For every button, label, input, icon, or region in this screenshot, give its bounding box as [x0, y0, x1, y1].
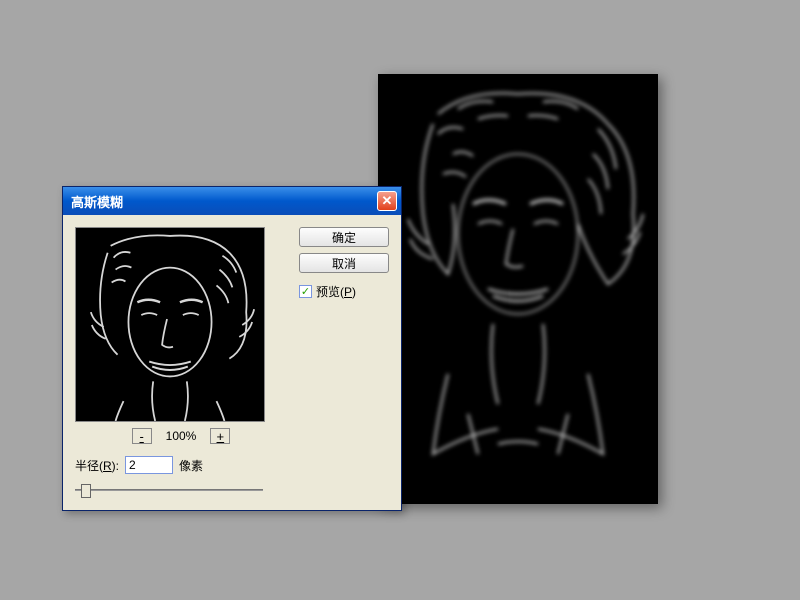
radius-label: 半径(R):: [75, 457, 119, 474]
preview-label: 预览(P): [316, 283, 356, 300]
zoom-controls: - 100% +: [75, 428, 287, 444]
button-column: 确定 取消 ✓ 预览(P): [299, 227, 389, 498]
zoom-value: 100%: [166, 429, 197, 443]
radius-row: 半径(R): 像素: [75, 456, 287, 474]
slider-track: [75, 489, 263, 491]
radius-input[interactable]: [125, 456, 173, 474]
slider-thumb[interactable]: [81, 484, 91, 498]
preview-image-box[interactable]: [75, 227, 265, 422]
ok-button[interactable]: 确定: [299, 227, 389, 247]
cancel-label: 取消: [332, 255, 356, 272]
preview-portrait: [76, 228, 264, 421]
close-icon: ✕: [382, 193, 393, 209]
radius-unit: 像素: [179, 457, 203, 474]
preview-checkbox-row: ✓ 预览(P): [299, 283, 389, 300]
canvas-preview: [378, 74, 658, 504]
zoom-in-button[interactable]: +: [210, 428, 230, 444]
portrait-edge-image: [378, 74, 658, 504]
gaussian-blur-dialog: 高斯模糊 ✕: [62, 186, 402, 511]
plus-icon: +: [217, 430, 225, 443]
zoom-out-button[interactable]: -: [132, 428, 152, 444]
preview-checkbox[interactable]: ✓: [299, 285, 312, 298]
cancel-button[interactable]: 取消: [299, 253, 389, 273]
minus-icon: -: [139, 430, 143, 443]
preview-column: - 100% + 半径(R): 像素: [75, 227, 287, 498]
check-icon: ✓: [301, 285, 310, 298]
close-button[interactable]: ✕: [377, 191, 397, 211]
radius-slider[interactable]: [75, 482, 263, 498]
dialog-titlebar[interactable]: 高斯模糊 ✕: [63, 187, 401, 215]
dialog-title: 高斯模糊: [71, 192, 123, 211]
ok-label: 确定: [332, 229, 356, 246]
dialog-body: - 100% + 半径(R): 像素 确定 取消: [63, 215, 401, 510]
